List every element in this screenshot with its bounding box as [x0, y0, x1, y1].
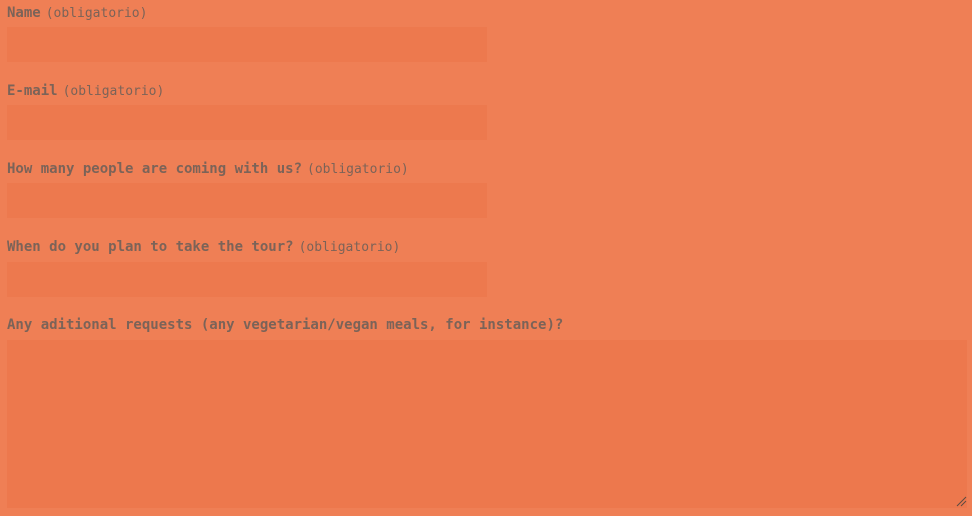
people-count-required-hint: (obligatorio) — [307, 162, 409, 177]
name-required-hint: (obligatorio) — [45, 6, 148, 21]
requests-label: Any aditional requests (any vegetarian/v… — [7, 316, 563, 334]
people-count-input[interactable] — [7, 183, 487, 218]
name-label: Name (obligatorio) — [7, 4, 147, 23]
requests-label-text: Any aditional requests (any vegetarian/v… — [7, 317, 564, 333]
requests-textarea[interactable] — [7, 340, 967, 508]
name-input[interactable] — [7, 27, 487, 62]
email-input[interactable] — [7, 105, 487, 140]
people-count-label-text: How many people are coming with us? — [7, 161, 303, 177]
email-required-hint: (obligatorio) — [62, 84, 165, 99]
resize-grip-icon[interactable] — [955, 495, 967, 507]
email-label-text: E-mail — [7, 83, 58, 99]
people-count-label: How many people are coming with us? (obli… — [7, 160, 409, 179]
tour-date-label-text: When do you plan to take the tour? — [7, 239, 294, 255]
tour-date-required-hint: (obligatorio) — [298, 240, 401, 255]
tour-date-input[interactable] — [7, 262, 487, 297]
tour-date-label: When do you plan to take the tour? (oblig… — [7, 238, 400, 257]
email-label: E-mail (obligatorio) — [7, 82, 164, 101]
name-label-text: Name — [7, 5, 41, 21]
